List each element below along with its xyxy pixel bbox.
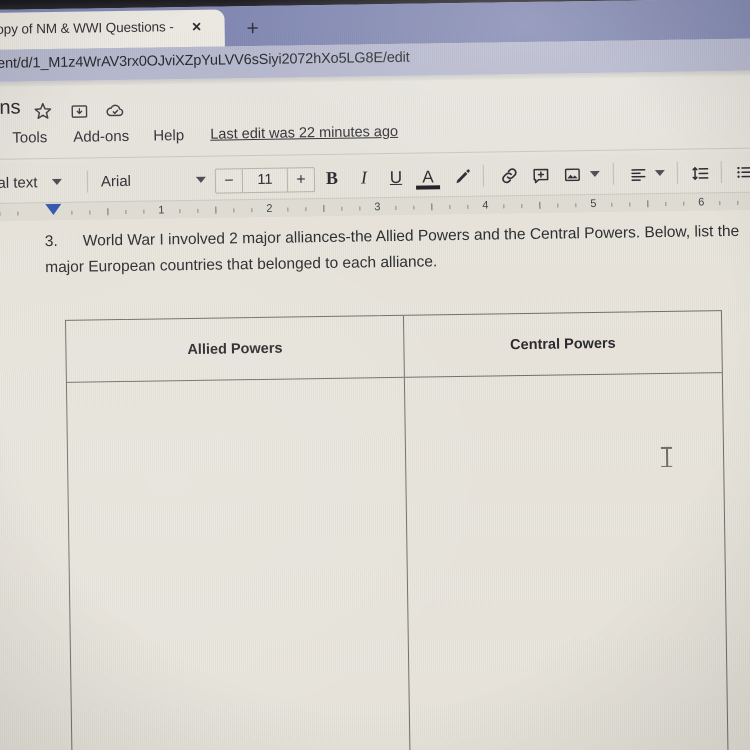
drive-cloud-icon[interactable] (104, 99, 126, 121)
chevron-down-icon (589, 170, 600, 178)
table-row (66, 373, 729, 750)
align-left-icon (627, 162, 649, 185)
toolbar-separator (676, 161, 679, 184)
ruler-number: 3 (374, 201, 381, 214)
question-text: World War I involved 2 major alliances-t… (45, 222, 740, 277)
table-header-row: Allied Powers Central Powers (66, 311, 722, 383)
font-size-stepper[interactable]: − 11 + (214, 167, 316, 194)
bulleted-list-icon (733, 160, 750, 183)
document-title[interactable]: ions (0, 97, 21, 121)
menu-item-tools[interactable]: Tools (12, 129, 47, 147)
paragraph-style-dropdown[interactable]: mal text (0, 162, 62, 203)
table-header-central-powers[interactable]: Central Powers (404, 311, 722, 377)
ruler-number: 1 (158, 204, 165, 217)
left-indent-marker[interactable] (45, 203, 62, 216)
browser-window: Copy of NM & WWI Questions - × + ment/d/… (0, 0, 750, 750)
menu-item-addons[interactable]: Add-ons (73, 128, 129, 146)
insert-link-icon[interactable] (497, 164, 521, 187)
move-to-folder-icon[interactable] (68, 99, 90, 121)
new-tab-button[interactable]: + (238, 15, 266, 41)
font-size-decrease-button[interactable]: − (216, 172, 242, 189)
text-cursor-icon (660, 446, 673, 468)
image-icon (561, 163, 583, 186)
paragraph-style-label: mal text (0, 173, 38, 192)
insert-image-dropdown[interactable] (561, 154, 601, 195)
chevron-down-icon (51, 178, 62, 186)
font-family-label: Arial (100, 172, 132, 190)
toolbar-separator (86, 170, 89, 193)
highlight-pen-icon[interactable] (451, 165, 473, 188)
underline-button[interactable]: U (385, 166, 407, 189)
add-comment-icon[interactable] (529, 164, 553, 187)
font-size-increase-button[interactable]: + (288, 171, 314, 188)
last-edit-status[interactable]: Last edit was 22 minutes ago (210, 124, 398, 143)
font-family-dropdown[interactable]: Arial (101, 160, 207, 202)
align-dropdown[interactable] (627, 153, 666, 194)
alliances-table[interactable]: Allied Powers Central Powers (64, 310, 731, 750)
star-icon[interactable] (32, 100, 54, 122)
chevron-down-icon (654, 169, 665, 177)
browser-tab-title: Copy of NM & WWI Questions - (0, 19, 174, 37)
table-header-allied-powers[interactable]: Allied Powers (66, 315, 405, 382)
bold-button[interactable]: B (321, 167, 343, 190)
table-cell-allied-powers[interactable] (66, 377, 413, 750)
ruler-number: 6 (698, 196, 705, 209)
chevron-down-icon (195, 176, 206, 183)
question-paragraph[interactable]: 3. World War I involved 2 major alliances… (45, 219, 746, 281)
bulleted-list-dropdown[interactable] (733, 151, 750, 192)
ruler-number: 5 (590, 197, 597, 211)
question-number: 3. (44, 232, 58, 251)
font-size-value[interactable]: 11 (241, 168, 289, 193)
url-text: ment/d/1_M1z4WrAV3rx0OJviXZpYuLVV6sSiyi2… (0, 49, 410, 73)
line-spacing-icon[interactable] (689, 161, 713, 184)
browser-tab-active[interactable]: Copy of NM & WWI Questions - × (0, 9, 225, 51)
toolbar-separator (482, 164, 485, 187)
italic-button[interactable]: I (353, 166, 375, 189)
screen-photo: Copy of NM & WWI Questions - × + ment/d/… (0, 0, 750, 750)
menu-item-help[interactable]: Help (153, 127, 184, 144)
text-color-button[interactable]: A (417, 165, 439, 188)
toolbar-separator (612, 162, 615, 185)
ruler-number: 2 (266, 202, 273, 215)
table-cell-central-powers[interactable] (405, 373, 729, 750)
ruler-number: 4 (482, 199, 489, 212)
docs-application: ions at Tools (0, 75, 750, 750)
toolbar-separator (720, 161, 723, 184)
close-icon[interactable]: × (187, 18, 207, 38)
document-page[interactable]: 3. World War I involved 2 major alliances… (0, 209, 750, 750)
